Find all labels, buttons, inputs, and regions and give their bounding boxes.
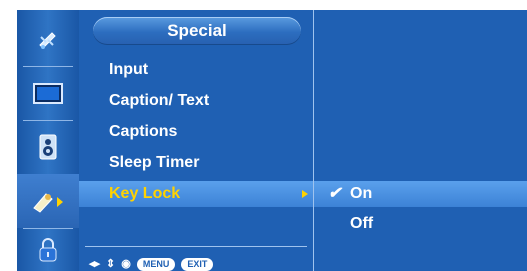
sound-speaker-icon — [39, 134, 57, 160]
option-label: On — [350, 185, 373, 202]
enter-button-icon: ◉ — [121, 258, 131, 270]
menu-title: Special — [93, 17, 301, 45]
menu-item-input[interactable]: Input — [109, 57, 148, 83]
menu-item-label: Captions — [109, 123, 178, 140]
menu-item-label: Input — [109, 61, 149, 78]
menu-key-badge: MENU — [136, 257, 176, 271]
special-menu-panel: Special Input Caption/ Text Captions Sle… — [79, 10, 313, 271]
checkmark-icon: ✔ — [328, 185, 342, 202]
key-guide: ◂▸ ⇕ ◉ MENU EXIT — [89, 256, 214, 271]
category-sidebar — [17, 10, 79, 271]
footer-divider — [85, 246, 307, 247]
special-key-icon — [30, 188, 66, 214]
menu-item-label: Key Lock — [109, 185, 181, 202]
submenu-arrow-icon — [302, 190, 308, 198]
lock-icon — [38, 237, 58, 262]
menu-item-caption-text[interactable]: Caption/ Text — [109, 88, 209, 114]
menu-item-label: Caption/ Text — [109, 92, 210, 109]
left-right-arrows-icon: ◂▸ — [89, 258, 101, 270]
satellite-dish-icon — [37, 29, 59, 51]
up-down-arrows-icon: ⇕ — [106, 258, 116, 270]
option-label: Off — [350, 215, 374, 232]
sidebar-item-lock[interactable] — [17, 228, 79, 271]
menu-item-label: Sleep Timer — [109, 154, 200, 171]
sidebar-item-special[interactable] — [17, 174, 79, 228]
menu-item-captions[interactable]: Captions — [109, 119, 177, 145]
sidebar-item-sound[interactable] — [17, 120, 79, 174]
option-off[interactable]: Off — [314, 211, 527, 237]
sidebar-item-picture[interactable] — [17, 67, 79, 121]
option-on[interactable]: ✔ On — [314, 181, 527, 207]
osd-window: Special Input Caption/ Text Captions Sle… — [17, 10, 527, 271]
exit-key-badge: EXIT — [181, 257, 214, 271]
menu-item-sleep-timer[interactable]: Sleep Timer — [109, 150, 199, 176]
menu-item-key-lock[interactable]: Key Lock — [79, 181, 313, 207]
picture-icon — [33, 83, 63, 105]
key-lock-options-panel: ✔ On Off — [314, 10, 527, 271]
sidebar-item-station[interactable] — [17, 13, 79, 67]
